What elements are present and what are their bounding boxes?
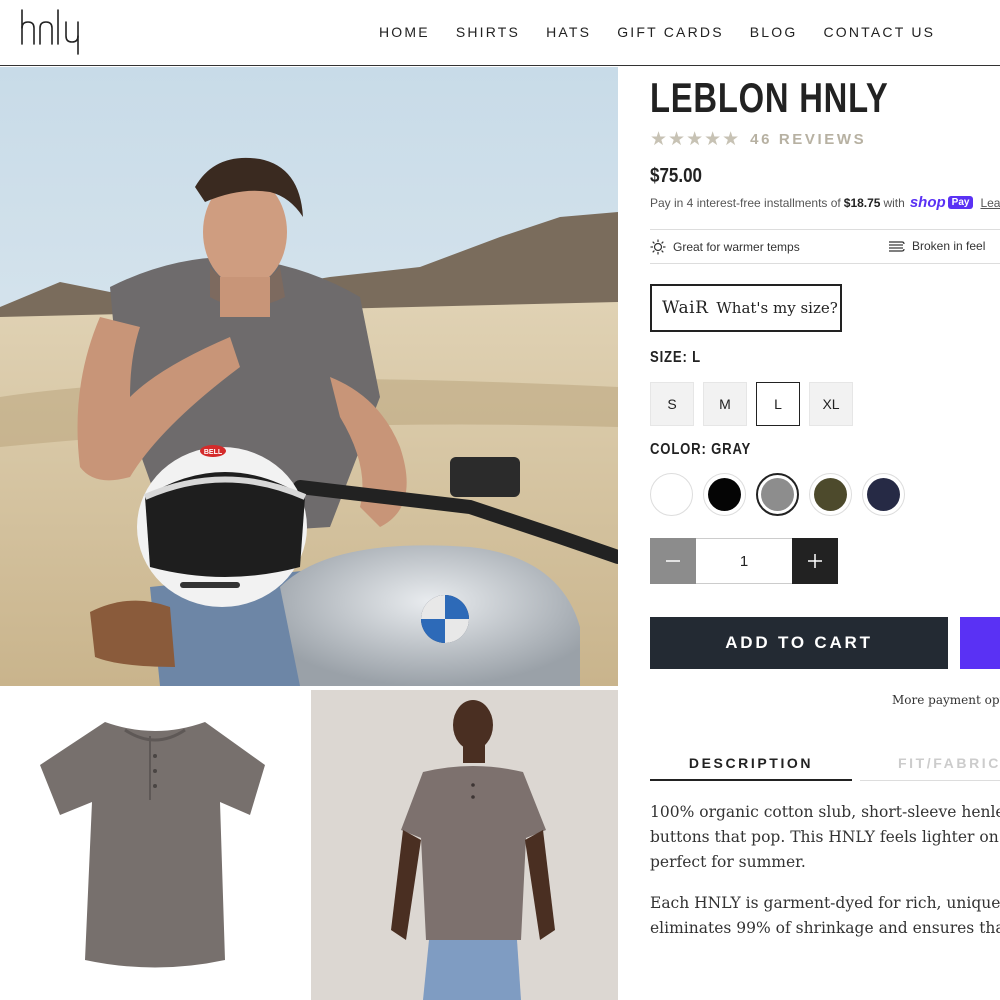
- tab-fit-fabric[interactable]: FIT/FABRIC: [860, 745, 1000, 781]
- size-option-xl[interactable]: XL: [809, 382, 853, 426]
- color-selector: [650, 473, 905, 516]
- nav-blog[interactable]: BLOG: [750, 24, 798, 40]
- nav-home[interactable]: HOME: [379, 24, 430, 40]
- folded-fabric-icon: [889, 241, 905, 252]
- color-swatch-navy[interactable]: [862, 473, 905, 516]
- color-swatch-black[interactable]: [703, 473, 746, 516]
- learn-more-link[interactable]: Learn more: [980, 196, 1000, 210]
- quantity-decrease-button[interactable]: [650, 538, 696, 584]
- product-thumbnail-model[interactable]: [311, 690, 618, 1000]
- size-option-s[interactable]: S: [650, 382, 694, 426]
- site-header: HOME SHIRTS HATS GIFT CARDS BLOG CONTACT…: [0, 0, 1000, 66]
- feature-broken-in: Broken in feel: [888, 239, 985, 253]
- hnly-logo[interactable]: [20, 8, 84, 58]
- main-nav: HOME SHIRTS HATS GIFT CARDS BLOG CONTACT…: [379, 24, 961, 40]
- product-thumbnail-flatlay[interactable]: [0, 690, 306, 1000]
- nav-contact-us[interactable]: CONTACT US: [823, 24, 935, 40]
- quantity-increase-button[interactable]: [792, 538, 838, 584]
- installments-suffix: with: [883, 195, 905, 210]
- product-price: $75.00: [650, 165, 702, 187]
- sun-icon: [650, 239, 666, 255]
- more-payment-options-link[interactable]: More payment options: [892, 693, 1000, 707]
- star-rating-icon: ★★★★★: [650, 129, 741, 150]
- installments-amount: $18.75: [843, 195, 881, 210]
- product-tabs: DESCRIPTION FIT/FABRIC: [650, 745, 1000, 781]
- plus-icon: [808, 554, 822, 568]
- wair-logo: WaiR: [662, 298, 709, 318]
- description-paragraph: Each HNLY is garment-dyed for rich, uniq…: [650, 894, 1000, 937]
- shop-pay-logo: shop Pay: [910, 194, 974, 211]
- size-selector: S M L XL: [650, 382, 853, 426]
- color-swatch-white[interactable]: [650, 473, 693, 516]
- product-description: 100% organic cotton slub, short-sleeve h…: [650, 800, 1000, 957]
- shop-pay-installments: Pay in 4 interest-free installments of $…: [650, 194, 1000, 211]
- add-to-cart-button[interactable]: ADD TO CART: [650, 617, 948, 669]
- size-label: SIZE: L: [650, 349, 701, 366]
- nav-shirts[interactable]: SHIRTS: [456, 24, 520, 40]
- hero-product-photo[interactable]: BELL: [0, 67, 618, 686]
- nav-hats[interactable]: HATS: [546, 24, 591, 40]
- size-option-m[interactable]: M: [703, 382, 747, 426]
- feature-warm-temps: Great for warmer temps: [650, 239, 800, 255]
- size-option-l[interactable]: L: [756, 382, 800, 426]
- wair-size-finder-button[interactable]: WaiR What's my size?: [650, 284, 842, 332]
- description-paragraph: 100% organic cotton slub, short-sleeve h…: [650, 803, 1000, 871]
- quantity-input[interactable]: 1: [696, 538, 792, 584]
- quantity-stepper: 1: [650, 538, 838, 584]
- color-label: COLOR: GRAY: [650, 441, 752, 458]
- product-title: LEBLON HNLY: [650, 74, 889, 121]
- wair-question: What's my size?: [716, 299, 838, 317]
- minus-icon: [666, 560, 680, 562]
- nav-gift-cards[interactable]: GIFT CARDS: [617, 24, 724, 40]
- installments-prefix: Pay in 4 interest-free installments of: [650, 195, 841, 210]
- shop-pay-buy-button[interactable]: [960, 617, 1000, 669]
- feature-highlights: Great for warmer temps Broken in feel: [650, 229, 1000, 264]
- reviews-count[interactable]: 46 REVIEWS: [750, 131, 866, 148]
- color-swatch-olive[interactable]: [809, 473, 852, 516]
- color-swatch-gray[interactable]: [756, 473, 799, 516]
- rating-summary[interactable]: ★★★★★ 46 REVIEWS: [650, 128, 866, 151]
- tab-description[interactable]: DESCRIPTION: [650, 745, 852, 781]
- svg-text:BELL: BELL: [204, 449, 223, 456]
